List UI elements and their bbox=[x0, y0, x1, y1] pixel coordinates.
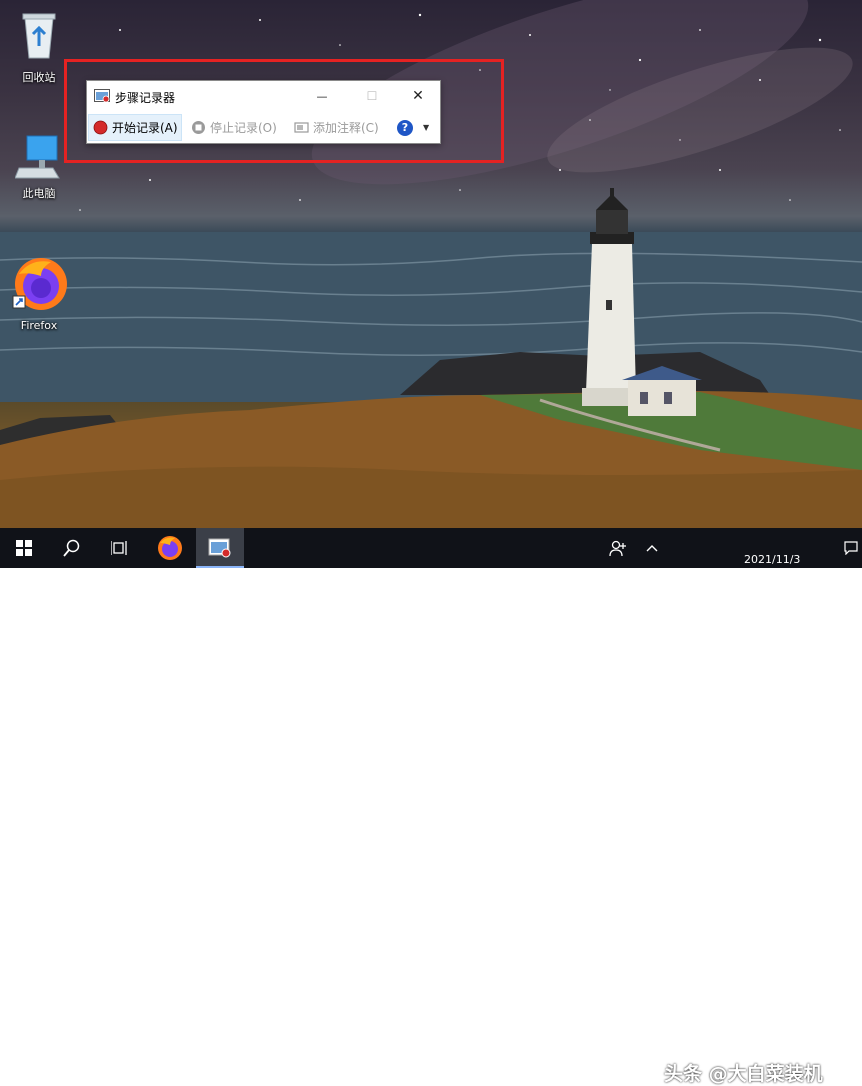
record-icon bbox=[93, 120, 108, 135]
maximize-button[interactable]: ☐ bbox=[349, 81, 395, 111]
task-view-icon bbox=[111, 541, 127, 555]
chevron-down-icon: ▼ bbox=[423, 123, 430, 132]
add-comment-icon bbox=[294, 122, 309, 133]
desktop-icon-label: 此电脑 bbox=[22, 187, 56, 200]
close-icon: ✕ bbox=[412, 88, 424, 104]
recorder-toolbar: 开始记录(A) 停止记录(O) 添加注释(C) ? ▼ bbox=[87, 112, 440, 143]
minimize-button[interactable]: — bbox=[299, 81, 345, 111]
start-record-button[interactable]: 开始记录(A) bbox=[88, 114, 182, 141]
options-dropdown-button[interactable]: ▼ bbox=[423, 114, 429, 141]
taskbar: 头条 @大白菜装机 2021/11/3 bbox=[0, 528, 862, 1085]
windows-logo-icon bbox=[16, 540, 32, 556]
notification-center-button[interactable] bbox=[840, 528, 862, 568]
search-button[interactable] bbox=[48, 528, 96, 568]
window-title: 步骤记录器 bbox=[115, 91, 176, 105]
desktop-wallpaper: 回收站 此电脑 Firefox 步骤记录器 — ☐ ✕ 开始记录(A) 停止记录… bbox=[0, 0, 862, 528]
tray-overflow-button[interactable] bbox=[640, 528, 664, 568]
window-titlebar[interactable]: 步骤记录器 — ☐ ✕ bbox=[87, 81, 440, 111]
desktop-icon-label: Firefox bbox=[20, 319, 58, 332]
computer-icon bbox=[14, 135, 60, 179]
help-button[interactable]: ? bbox=[397, 114, 413, 141]
desktop-icon-label: 回收站 bbox=[22, 71, 56, 84]
recycle-bin-icon bbox=[22, 13, 56, 59]
steps-recorder-app-icon bbox=[208, 538, 231, 558]
task-view-button[interactable] bbox=[96, 528, 144, 568]
desktop-icon-firefox[interactable]: Firefox bbox=[8, 254, 70, 332]
people-button[interactable] bbox=[604, 528, 632, 568]
start-record-label: 开始记录(A) bbox=[112, 121, 178, 135]
people-icon bbox=[609, 540, 626, 557]
notification-icon bbox=[844, 541, 858, 555]
steps-recorder-window[interactable]: 步骤记录器 — ☐ ✕ 开始记录(A) 停止记录(O) 添加注释(C) ? ▼ bbox=[86, 80, 441, 144]
firefox-icon bbox=[158, 536, 182, 560]
close-button[interactable]: ✕ bbox=[395, 81, 441, 111]
maximize-icon: ☐ bbox=[366, 89, 378, 103]
taskbar-firefox-button[interactable] bbox=[146, 528, 194, 568]
minimize-icon: — bbox=[316, 89, 328, 103]
stop-record-label: 停止记录(O) bbox=[210, 121, 277, 135]
help-icon: ? bbox=[397, 119, 413, 136]
chevron-up-icon bbox=[646, 545, 658, 552]
stop-record-button[interactable]: 停止记录(O) bbox=[187, 114, 277, 141]
stop-icon bbox=[192, 121, 205, 134]
watermark-text: 头条 @大白菜装机 bbox=[664, 1063, 823, 1085]
firefox-icon bbox=[12, 258, 67, 310]
desktop-icon-this-pc[interactable]: 此电脑 bbox=[8, 132, 70, 201]
add-comment-label: 添加注释(C) bbox=[313, 121, 379, 135]
steps-recorder-app-icon bbox=[94, 89, 110, 103]
search-icon bbox=[63, 539, 80, 557]
clock-date[interactable]: 2021/11/3 bbox=[744, 553, 800, 566]
add-comment-button[interactable]: 添加注释(C) bbox=[290, 114, 379, 141]
desktop-icon-recycle-bin[interactable]: 回收站 bbox=[8, 6, 70, 85]
taskbar-steps-recorder-button[interactable] bbox=[196, 528, 244, 568]
start-button[interactable] bbox=[0, 528, 48, 568]
